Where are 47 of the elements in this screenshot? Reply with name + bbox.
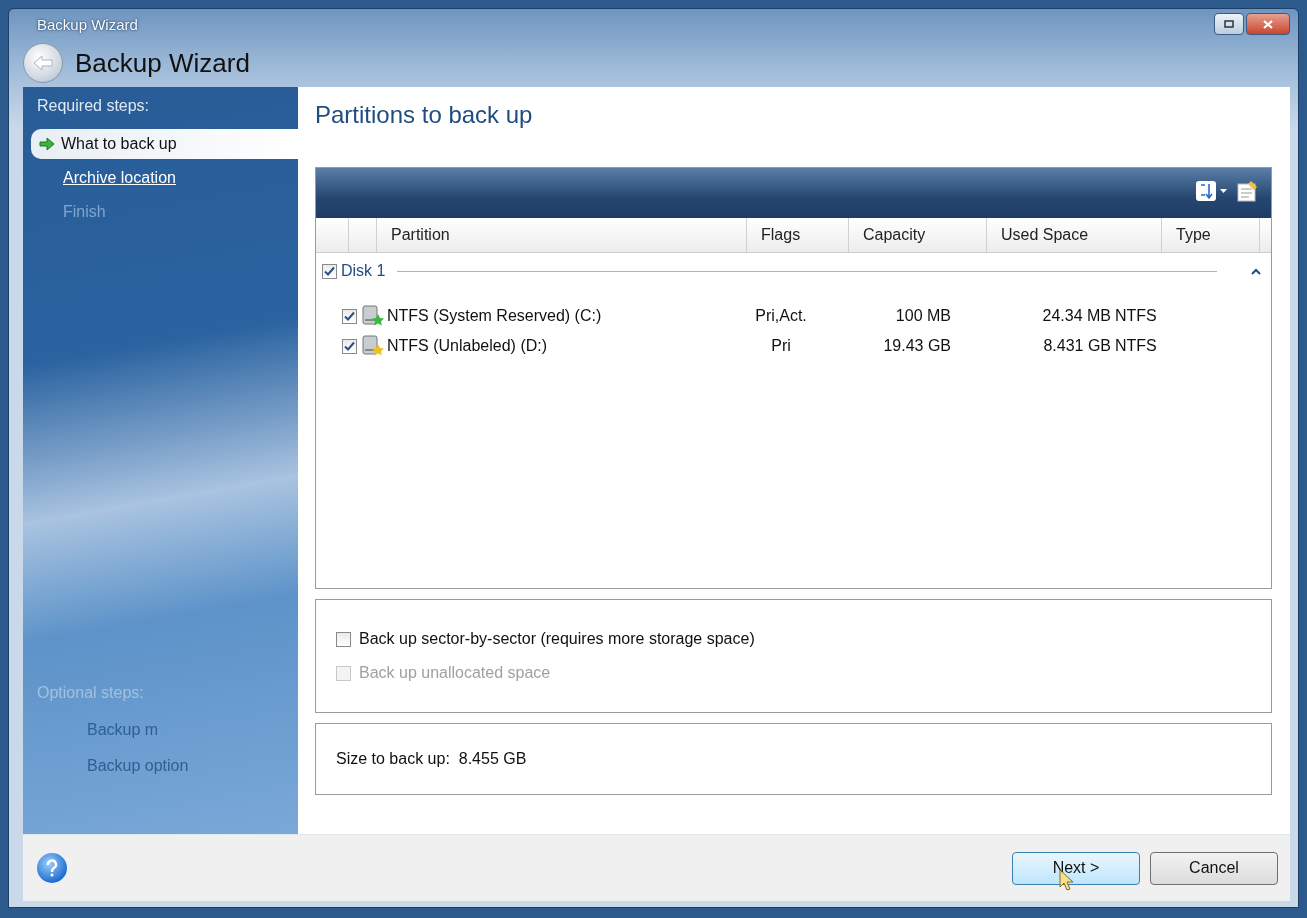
table-cell-text: Pri,Act. — [754, 307, 808, 325]
drive-icon — [361, 305, 385, 327]
table-cell: NTFS (Unlabeled) (D:) — [387, 337, 548, 355]
optional-steps-heading: Optional steps: — [36, 684, 145, 702]
table-cell-text: NTFS — [1114, 307, 1158, 325]
back-button[interactable] — [23, 43, 63, 83]
step-item[interactable]: What to back up — [31, 129, 300, 159]
checkbox[interactable] — [342, 308, 357, 324]
question-mark-icon — [45, 859, 59, 877]
page-title: Partitions to back up — [315, 101, 534, 129]
table-cell-text: 24.34 MB — [1041, 307, 1111, 325]
column-header[interactable]: Type — [1162, 218, 1260, 252]
required-steps-heading: Required steps: — [36, 97, 151, 115]
column-header[interactable]: Used Space — [987, 218, 1162, 252]
checkbox[interactable] — [342, 338, 357, 354]
step-item[interactable]: Archive location — [23, 163, 298, 193]
table-cell-text: Pri — [770, 337, 792, 355]
step-item: Backup option — [86, 756, 190, 776]
notepad-icon[interactable] — [1237, 180, 1259, 202]
table-cell-text: NTFS — [1114, 337, 1158, 355]
sort-icon[interactable] — [1195, 180, 1229, 202]
restore-button[interactable] — [1214, 13, 1244, 35]
checkbox[interactable] — [336, 631, 351, 647]
back-arrow-icon — [32, 54, 54, 72]
column-header[interactable]: Partition — [377, 218, 747, 252]
window-title: Backup Wizard — [37, 15, 138, 33]
table-cell-text: 8.431 GB — [1042, 337, 1111, 355]
column-header[interactable]: Flags — [747, 218, 849, 252]
arrow-icon — [39, 137, 55, 151]
table-cell-text: 100 MB — [894, 307, 951, 325]
drive-icon — [361, 335, 385, 357]
close-icon — [1262, 18, 1274, 30]
table-cell-text: 19.43 GB — [882, 337, 951, 355]
cancel-button[interactable]: Cancel — [1150, 851, 1278, 885]
collapse-icon[interactable] — [1251, 267, 1261, 275]
wizard-title: Backup Wizard — [75, 47, 250, 79]
maximize-icon — [1223, 19, 1235, 29]
step-item: Backup m — [86, 720, 160, 740]
checkbox[interactable] — [322, 263, 337, 279]
help-button[interactable] — [37, 853, 67, 883]
option-label: Back up sector-by-sector (requires more storage space) — [359, 630, 755, 648]
option-label: Back up unallocated space — [359, 664, 551, 682]
table-cell: NTFS (System Reserved) (C:) — [387, 307, 602, 325]
disk-label: Disk 1 — [341, 262, 386, 280]
column-header[interactable]: Capacity — [849, 218, 987, 252]
size-text: Size to back up: 8.455 GB — [336, 750, 528, 768]
close-button[interactable] — [1246, 13, 1290, 35]
